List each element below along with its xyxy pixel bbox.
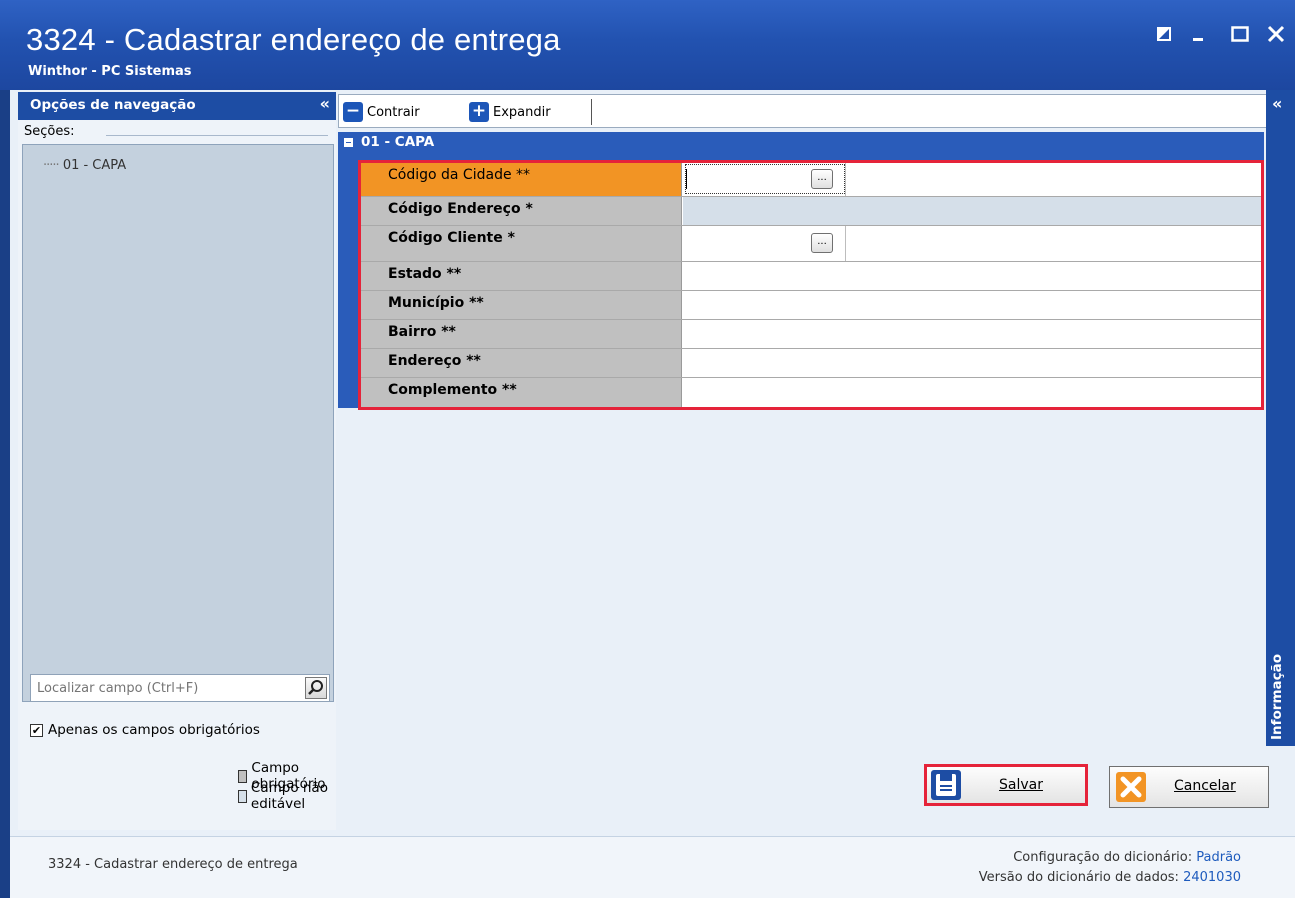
restore-icon[interactable] [1150,20,1178,48]
field-row-codigo-cidade: Código da Cidade ** ... [361,163,1261,197]
section-header[interactable]: 01 - CAPA [338,134,434,150]
estado-input[interactable] [683,262,1261,290]
window-subtitle: Winthor - PC Sistemas [28,64,192,79]
field-label: Complemento ** [361,378,682,407]
field-legend: Campo obrigatório Campo não editável [238,760,336,812]
navigation-header: Opções de navegação « [18,92,336,120]
field-row-codigo-endereco: Código Endereço * [361,197,1261,226]
expand-button[interactable]: + Expandir [469,99,551,125]
sections-label: Seções: [24,124,75,139]
field-label: Estado ** [361,262,682,290]
collapse-nav-icon[interactable]: « [320,94,330,113]
plus-icon: + [469,102,489,122]
field-row-municipio: Município ** [361,291,1261,320]
collapse-label: Contrair [367,104,420,120]
navigation-panel: Opções de navegação « Seções: ····· 01 -… [18,92,336,830]
window-title: 3324 - Cadastrar endereço de entrega [26,22,561,57]
status-footer: 3324 - Cadastrar endereço de entrega Con… [10,836,1295,898]
fields-grid: Código da Cidade ** ... Código Endereço … [358,160,1264,410]
save-label: Salvar [999,777,1043,793]
search-field[interactable] [30,674,330,702]
field-label: Município ** [361,291,682,319]
form-toolbar: − Contrair + Expandir [338,94,1272,128]
toolbar-divider [591,99,592,125]
legend-not-editable-label: Campo não editável [250,780,328,812]
cell-divider [845,163,846,196]
field-row-endereco: Endereço ** [361,349,1261,378]
codigo-endereco-field [683,197,1261,225]
footer-title: 3324 - Cadastrar endereço de entrega [48,857,298,872]
info-panel-label[interactable]: Informação [1269,654,1285,740]
codigo-cliente-input[interactable]: ... [683,226,1261,261]
minus-icon: − [343,102,363,122]
codigo-cidade-input[interactable]: ... [683,163,1261,196]
lookup-button[interactable]: ... [811,233,833,253]
cancel-button[interactable]: Cancelar [1109,766,1269,808]
expand-label: Expandir [493,104,551,120]
endereco-input[interactable] [683,349,1261,377]
only-required-checkbox[interactable]: ✔ Apenas os campos obrigatórios [30,722,260,738]
bairro-input[interactable] [683,320,1261,348]
section-title: 01 - CAPA [361,134,435,150]
field-row-estado: Estado ** [361,262,1261,291]
field-row-bairro: Bairro ** [361,320,1261,349]
field-label: Endereço ** [361,349,682,377]
field-label: Código Endereço * [361,197,682,225]
tree-item-capa[interactable]: ····· 01 - CAPA [43,158,126,173]
section-capa: 01 - CAPA Código da Cidade ** ... Código… [338,132,1264,410]
sections-divider [106,135,328,136]
field-row-codigo-cliente: Código Cliente * ... [361,226,1261,262]
collapse-info-icon[interactable]: « [1272,94,1282,113]
navigation-header-label: Opções de navegação [30,97,196,113]
municipio-input[interactable] [683,291,1261,319]
dict-version-value: 2401030 [1183,870,1241,885]
dictionary-info: Configuração do dicionário: Padrão Versã… [979,848,1241,888]
dict-config-value: Padrão [1196,850,1241,865]
field-row-complemento: Complemento ** [361,378,1261,407]
complemento-input[interactable] [683,378,1261,407]
lookup-button[interactable]: ... [811,169,833,189]
window-body: Opções de navegação « Seções: ····· 01 -… [10,90,1295,898]
minimize-icon[interactable] [1184,20,1212,48]
only-required-label: Apenas os campos obrigatórios [48,722,260,738]
legend-not-editable: Campo não editável [238,780,336,812]
field-label: Código Cliente * [361,226,682,261]
title-bar: 3324 - Cadastrar endereço de entrega Win… [0,0,1295,90]
cancel-label: Cancelar [1174,778,1236,794]
collapse-section-icon[interactable] [344,137,353,147]
collapse-button[interactable]: − Contrair [343,99,420,125]
text-caret [686,169,687,189]
tree-item-label: 01 - CAPA [62,158,127,173]
floppy-disk-icon [931,770,961,800]
not-editable-swatch [238,789,247,803]
cell-divider [845,226,846,261]
info-panel[interactable]: « Informação [1266,90,1295,746]
checkbox-checked-icon[interactable]: ✔ [30,723,43,737]
field-label: Bairro ** [361,320,682,348]
cancel-x-icon [1116,772,1146,802]
search-input[interactable] [31,675,291,701]
required-swatch [238,769,248,783]
maximize-icon[interactable] [1226,20,1254,48]
search-icon[interactable] [305,677,327,699]
field-label: Código da Cidade ** [361,163,682,196]
dict-config-label: Configuração do dicionário: [1013,850,1193,865]
save-button[interactable]: Salvar [924,764,1088,806]
dict-version-label: Versão do dicionário de dados: [978,870,1179,885]
close-icon[interactable] [1262,20,1290,48]
sections-tree[interactable]: ····· 01 - CAPA [22,144,334,702]
